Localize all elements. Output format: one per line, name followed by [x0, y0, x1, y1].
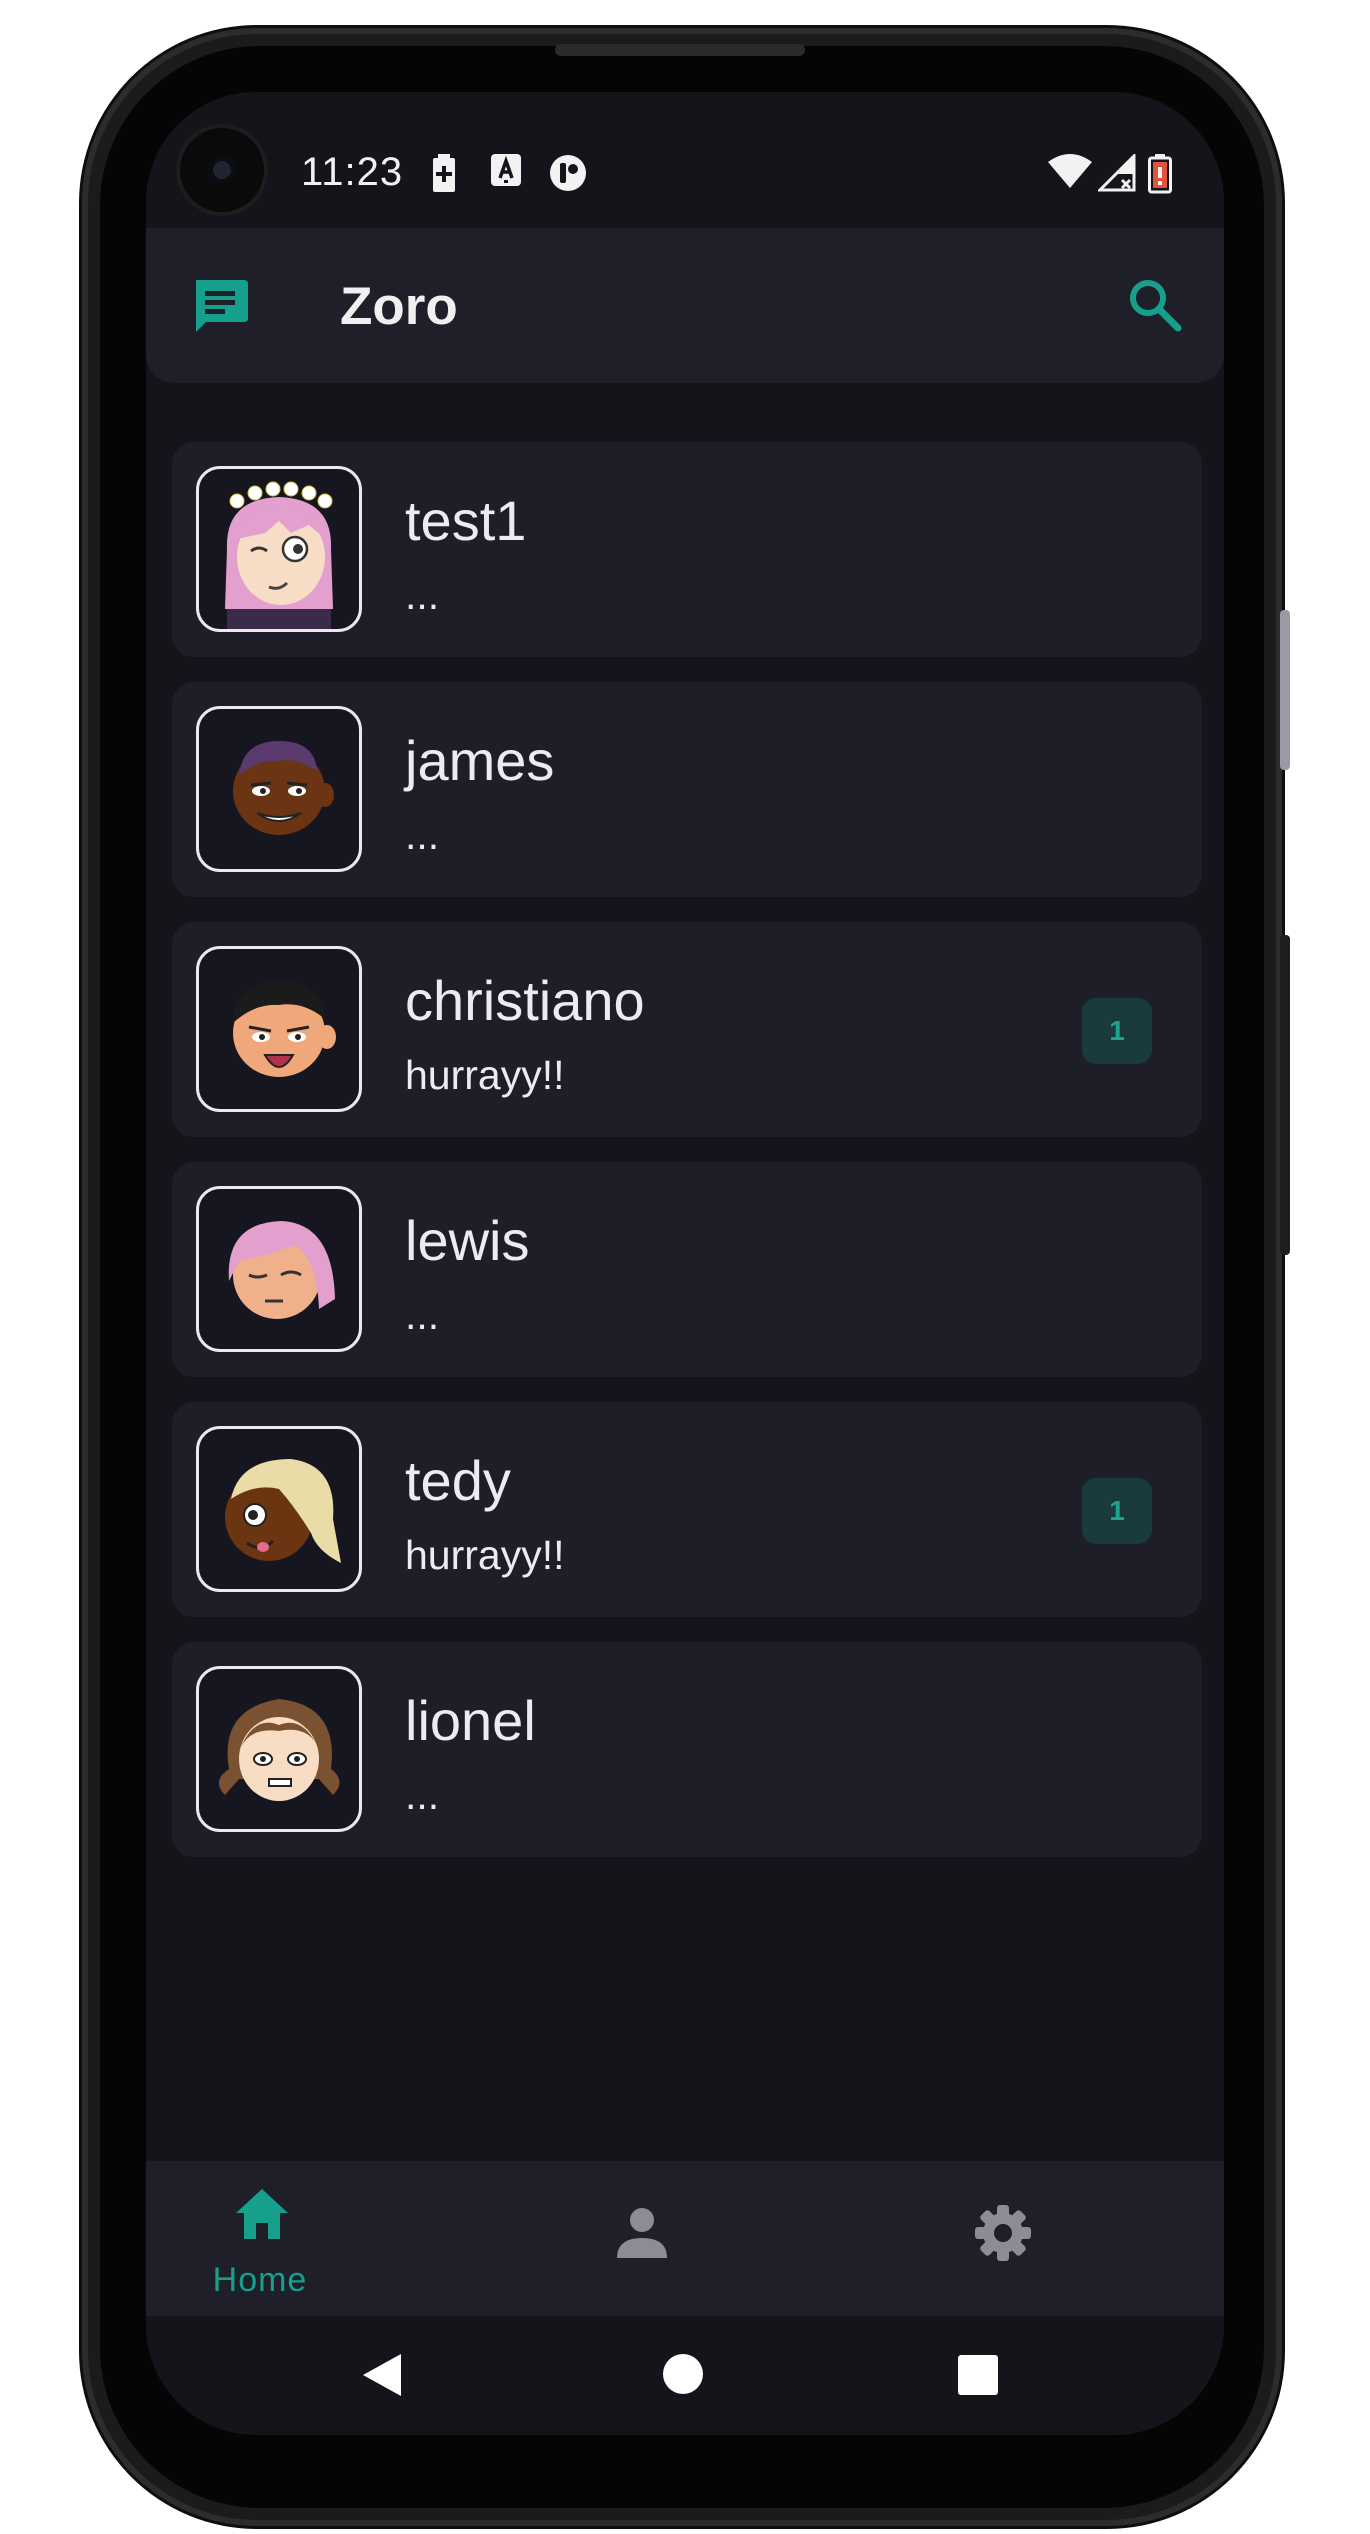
home-circle-icon[interactable] [661, 2352, 705, 2396]
screen: 11:23 Zoro test1 ... james ... christian… [146, 92, 1224, 2435]
chat-item[interactable]: lionel ... [172, 1642, 1202, 1857]
battery-plus-icon [433, 154, 455, 192]
unread-badge: 1 [1082, 1478, 1152, 1544]
chat-name: lionel [405, 1689, 536, 1752]
system-navigation-bar [146, 2316, 1224, 2435]
chat-item[interactable]: christiano hurrayy!! 1 [172, 922, 1202, 1137]
bottom-navigation: Home [146, 2161, 1224, 2316]
text-a-icon [491, 154, 521, 186]
recents-square-icon[interactable] [957, 2354, 999, 2396]
nav-home-label: Home [212, 2261, 308, 2299]
chat-item[interactable]: test1 ... [172, 442, 1202, 657]
earpiece-speaker [555, 44, 805, 56]
volume-button [1280, 610, 1290, 770]
app-notification-icon [550, 155, 586, 191]
gear-icon [975, 2205, 1031, 2261]
avatar [196, 1186, 362, 1352]
chat-name: tedy [405, 1449, 511, 1512]
chat-item[interactable]: tedy hurrayy!! 1 [172, 1402, 1202, 1617]
avatar [196, 466, 362, 632]
chat-preview: ... [405, 1292, 440, 1338]
nav-settings[interactable] [896, 2161, 1196, 2316]
chat-bubble-icon [196, 280, 248, 332]
status-time: 11:23 [301, 150, 404, 194]
unread-badge: 1 [1082, 998, 1152, 1064]
avatar [196, 946, 362, 1112]
chat-preview: ... [405, 572, 440, 618]
person-icon [617, 2208, 667, 2258]
signal-icon [1098, 154, 1136, 192]
battery-low-icon [1148, 154, 1172, 194]
chat-preview: ... [405, 812, 440, 858]
home-icon [236, 2189, 288, 2239]
chat-preview: hurrayy!! [405, 1532, 565, 1578]
avatar [196, 1666, 362, 1832]
nav-home[interactable]: Home [170, 2161, 470, 2316]
chat-name: test1 [405, 489, 527, 552]
power-button [1280, 935, 1290, 1255]
back-triangle-icon[interactable] [361, 2352, 403, 2398]
avatar [196, 1426, 362, 1592]
wifi-icon [1048, 154, 1092, 188]
front-camera [180, 128, 264, 212]
chat-item[interactable]: james ... [172, 682, 1202, 897]
chat-preview: ... [405, 1772, 440, 1818]
app-bar: Zoro [146, 228, 1224, 383]
status-bar: 11:23 [146, 92, 1224, 228]
chat-name: christiano [405, 969, 645, 1032]
avatar [196, 706, 362, 872]
chat-item[interactable]: lewis ... [172, 1162, 1202, 1377]
search-icon[interactable] [1126, 276, 1184, 334]
app-title: Zoro [340, 277, 458, 336]
chat-name: lewis [405, 1209, 530, 1272]
chat-name: james [405, 729, 555, 792]
chat-preview: hurrayy!! [405, 1052, 565, 1098]
nav-profile[interactable] [535, 2161, 835, 2316]
